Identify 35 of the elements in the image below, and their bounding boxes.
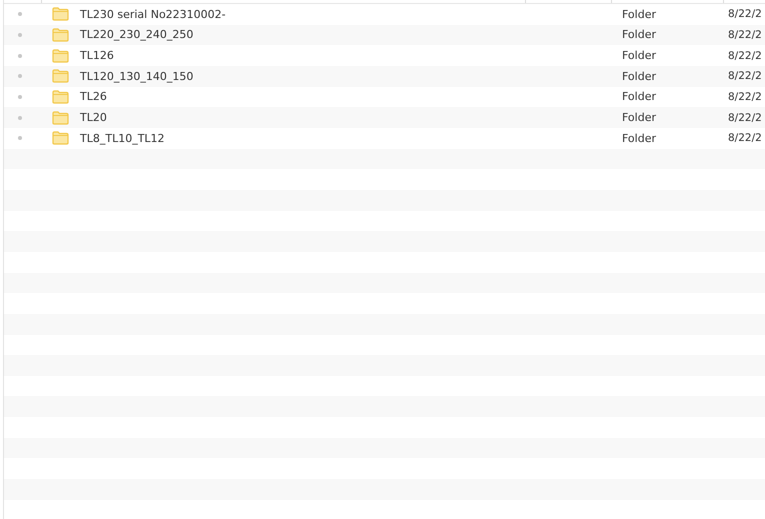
date-modified: 8/22/2	[727, 28, 762, 41]
file-name: TL26	[80, 90, 107, 104]
file-type: Folder	[621, 70, 657, 83]
file-name: TL126	[80, 49, 114, 62]
file-type: Folder	[621, 111, 657, 124]
file-type: Folder	[621, 90, 657, 104]
bullet-icon	[18, 54, 22, 58]
folder-icon	[52, 110, 69, 125]
bullet-icon	[18, 94, 22, 99]
file-name: TL120_130_140_150	[80, 70, 194, 83]
date-modified: 8/22/2	[727, 112, 762, 124]
date-modified: 8/22/2	[727, 8, 762, 20]
date-modified: 8/22/2	[727, 50, 762, 62]
bullet-icon	[18, 32, 22, 37]
bullet-icon	[18, 136, 22, 140]
file-type: Folder	[621, 132, 657, 145]
bullet-icon	[18, 12, 22, 16]
bullet-icon	[18, 116, 22, 120]
file-name: TL20	[80, 111, 107, 124]
bullet-icon	[18, 74, 22, 78]
folder-icon	[52, 7, 69, 22]
folder-icon	[52, 90, 69, 104]
file-name: TL230 serial No22310002-	[80, 8, 226, 21]
date-modified: 8/22/2	[727, 132, 762, 144]
date-modified: 8/22/2	[727, 70, 762, 82]
folder-icon	[52, 69, 69, 84]
folder-icon	[52, 48, 69, 63]
file-type: Folder	[621, 8, 657, 21]
file-name: TL8_TL10_TL12	[80, 132, 165, 145]
file-type: Folder	[621, 28, 657, 42]
folder-icon	[52, 28, 69, 42]
file-name: TL220_230_240_250	[80, 28, 194, 42]
folder-icon	[52, 131, 69, 146]
file-type: Folder	[621, 49, 657, 62]
date-modified: 8/22/2	[727, 90, 762, 103]
